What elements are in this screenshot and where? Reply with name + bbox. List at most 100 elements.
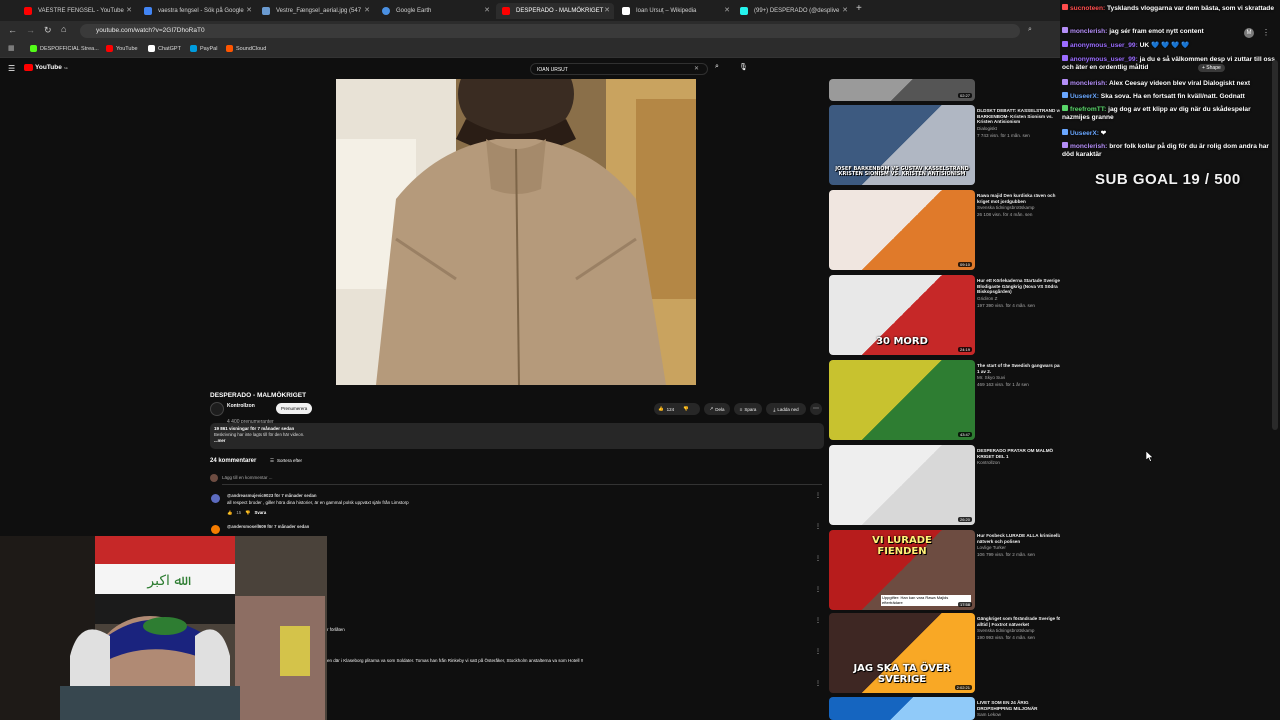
- chat-username[interactable]: freefromTT:: [1070, 106, 1108, 113]
- clear-search-icon[interactable]: ✕: [694, 65, 699, 72]
- page-scrollbar[interactable]: [1272, 60, 1278, 430]
- recommendation-meta: Gridiron Z: [977, 296, 998, 302]
- recommendation-title[interactable]: LIVET SOM EN 24 ÅRIG DROPSHIPPING MILJON…: [977, 700, 1065, 718]
- bookmarks-bar: ▦ DESPOFFICIAL Strea... YouTube ChatGPT …: [0, 41, 1060, 58]
- comment-menu-icon[interactable]: ⋮: [815, 492, 821, 499]
- chat-username[interactable]: monclerish:: [1070, 80, 1109, 87]
- chat-username[interactable]: UuseerX:: [1070, 130, 1101, 137]
- recommendation-title[interactable]: Rawa majid Den kurdiska räven och kriget…: [977, 193, 1065, 218]
- recommendation-title[interactable]: The start of the Swedish gangwars part 1…: [977, 363, 1065, 388]
- comment-author[interactable]: @andersmosell609 för 7 månader sedan: [227, 524, 309, 529]
- bookmark-paypal[interactable]: PayPal: [190, 45, 217, 52]
- tab-google-search[interactable]: vaestra fengsel - Sök på Google ✕: [138, 3, 256, 19]
- chat-username[interactable]: UuseerX:: [1070, 93, 1101, 100]
- tab-desperado-malmokriget[interactable]: DESPERADO - MALMÖKRIGET ✕: [496, 3, 614, 19]
- recommendation-title[interactable]: Hur Fosbeck LURADE ALLA kriminella nätve…: [977, 533, 1065, 558]
- recommendation-thumbnail[interactable]: VI LURADE FIENDEN Uppgifter: Han kan vara…: [829, 530, 975, 610]
- youtube-search-input[interactable]: IOAN URSUT ✕: [530, 63, 708, 75]
- comment-avatar[interactable]: [211, 494, 220, 503]
- video-player[interactable]: [336, 79, 696, 385]
- comment-author[interactable]: @andreasmujevic9023 för 7 månader sedan: [227, 493, 316, 498]
- recommendation-thumbnail[interactable]: [829, 697, 975, 720]
- recommendation-thumbnail[interactable]: 30 MORD 24:19: [829, 275, 975, 355]
- share-button[interactable]: ↗ Dela: [704, 403, 730, 415]
- search-icon[interactable]: ⌕: [715, 63, 719, 71]
- mic-icon[interactable]: 🎙: [739, 63, 748, 71]
- profile-avatar[interactable]: M: [1244, 28, 1254, 38]
- like-icon[interactable]: 👍: [227, 510, 232, 516]
- recommendation-title[interactable]: DESPERADO PRATAR OM MALMÖ KRIGET DEL 1 Ko…: [977, 448, 1065, 466]
- save-button[interactable]: ≡ Spara: [734, 403, 762, 415]
- forward-arrow-icon[interactable]: →: [26, 25, 35, 35]
- comment-avatar[interactable]: [211, 525, 220, 534]
- bookmark-chatgpt[interactable]: ChatGPT: [148, 45, 181, 52]
- search-icon[interactable]: ⌕: [1028, 26, 1032, 34]
- address-bar[interactable]: youtube.com/watch?v=2GI7DhoRaT0: [80, 24, 1020, 38]
- youtube-logo[interactable]: YouTube SE: [24, 64, 68, 71]
- recommendation-thumbnail[interactable]: 26:20: [829, 445, 975, 525]
- tab-wikipedia[interactable]: Ioan Ursuț – Wikipedia ✕: [616, 3, 734, 19]
- channel-name[interactable]: Kontrollzon: [227, 403, 255, 409]
- bookmark-youtube[interactable]: YouTube: [106, 45, 138, 52]
- recommendation-thumbnail[interactable]: JOSEF BARKENBOM VS GUSTAV KASSELSTRAND K…: [829, 105, 975, 185]
- recommendation-title[interactable]: DLDSKT DEBATT: KASSELSTRAND vs BARKENBOM…: [977, 108, 1065, 139]
- apps-grid-icon[interactable]: ▦: [8, 44, 15, 52]
- shape-button[interactable]: + Shape: [1198, 64, 1225, 72]
- reload-icon[interactable]: ↻: [44, 25, 52, 36]
- add-comment-input[interactable]: Lägg till en kommentar ...: [222, 475, 273, 480]
- chat-username[interactable]: anonymous_user_99:: [1070, 42, 1140, 49]
- recommendation-title[interactable]: Hur ett Körlekaderna Startade Sveriges B…: [977, 278, 1065, 309]
- sort-comments-button[interactable]: ☰ Sortera efter: [270, 458, 302, 464]
- comment-menu-icon[interactable]: ⋮: [815, 617, 821, 624]
- recommendation-thumbnail[interactable]: 43:47: [829, 360, 975, 440]
- chat-text: Alex Ceesay videon blev viral Dialogiskt…: [1108, 80, 1251, 87]
- browser-menu-icon[interactable]: ⋮: [1262, 28, 1270, 37]
- dislike-icon[interactable]: 👎: [245, 510, 250, 516]
- close-tab-icon[interactable]: ✕: [484, 6, 490, 14]
- comment-menu-icon[interactable]: ⋮: [815, 586, 821, 593]
- comment-text: r förlåten: [327, 627, 345, 632]
- more-icon[interactable]: ⋯: [810, 403, 822, 415]
- recommendation-thumbnail[interactable]: 09:10: [829, 190, 975, 270]
- back-arrow-icon[interactable]: ←: [8, 25, 17, 35]
- close-tab-icon[interactable]: ✕: [842, 6, 848, 14]
- dislike-icon[interactable]: 👎: [683, 406, 689, 412]
- reply-button[interactable]: Svara: [255, 510, 267, 516]
- like-icon[interactable]: 👍: [658, 406, 664, 412]
- close-tab-icon[interactable]: ✕: [724, 6, 730, 14]
- new-tab-button[interactable]: +: [856, 3, 862, 14]
- comment-menu-icon[interactable]: ⋮: [815, 555, 821, 562]
- comment-menu-icon[interactable]: ⋮: [815, 523, 821, 530]
- close-tab-icon[interactable]: ✕: [604, 6, 610, 14]
- menu-icon[interactable]: ☰: [8, 64, 15, 73]
- show-more-link[interactable]: ...mer: [214, 438, 225, 443]
- close-tab-icon[interactable]: ✕: [364, 6, 370, 14]
- comment-menu-icon[interactable]: ⋮: [815, 680, 821, 687]
- download-button[interactable]: ⤓ Ladda ned: [766, 403, 806, 415]
- tab-label: Ioan Ursuț – Wikipedia: [636, 8, 697, 14]
- video-duration: 17:58: [957, 602, 972, 607]
- tab-google-earth[interactable]: Google Earth ✕: [376, 3, 494, 19]
- recommendation-title[interactable]: Gängkriget som förändrade Sverige för al…: [977, 616, 1065, 641]
- chat-message: anonymous_user_99: ja du e så välkommen …: [1062, 55, 1277, 72]
- recommendation-thumbnail[interactable]: JAG SKA TA ÖVER SVERIGE 2:02:21: [829, 613, 975, 693]
- chat-username[interactable]: monclerish:: [1070, 143, 1109, 150]
- tab-vaestre-fengsel-youtube[interactable]: VAESTRE FENGSEL - YouTube ✕: [18, 3, 136, 19]
- chat-username[interactable]: anonymous_user_99:: [1070, 56, 1140, 63]
- recommendation-thumbnail[interactable]: 02:27: [829, 79, 975, 101]
- video-duration: 02:27: [957, 93, 972, 98]
- home-icon[interactable]: ⌂: [61, 24, 66, 34]
- chat-username[interactable]: sucnoteen:: [1070, 5, 1107, 12]
- channel-avatar[interactable]: [210, 402, 224, 416]
- comment-menu-icon[interactable]: ⋮: [815, 648, 821, 655]
- chat-message: UuseerX: Ska sova. Ha en fortsatt fin kv…: [1062, 92, 1277, 101]
- description-box[interactable]: 19 861 visningar för 7 månader sedan Bes…: [210, 423, 824, 449]
- close-tab-icon[interactable]: ✕: [126, 6, 132, 14]
- subscribe-button[interactable]: Prenumerera: [276, 403, 313, 414]
- chat-username[interactable]: monclerish:: [1070, 28, 1109, 35]
- tab-aerial-image[interactable]: Vestre_Fængsel_aerial.jpg (547 ✕: [256, 3, 374, 19]
- close-tab-icon[interactable]: ✕: [246, 6, 252, 14]
- bookmark-soundcloud[interactable]: SoundCloud: [226, 45, 266, 52]
- tab-tiktok[interactable]: (99+) DESPERADO (@desplive ✕: [734, 3, 852, 19]
- bookmark-despofficial[interactable]: DESPOFFICIAL Strea...: [30, 45, 99, 52]
